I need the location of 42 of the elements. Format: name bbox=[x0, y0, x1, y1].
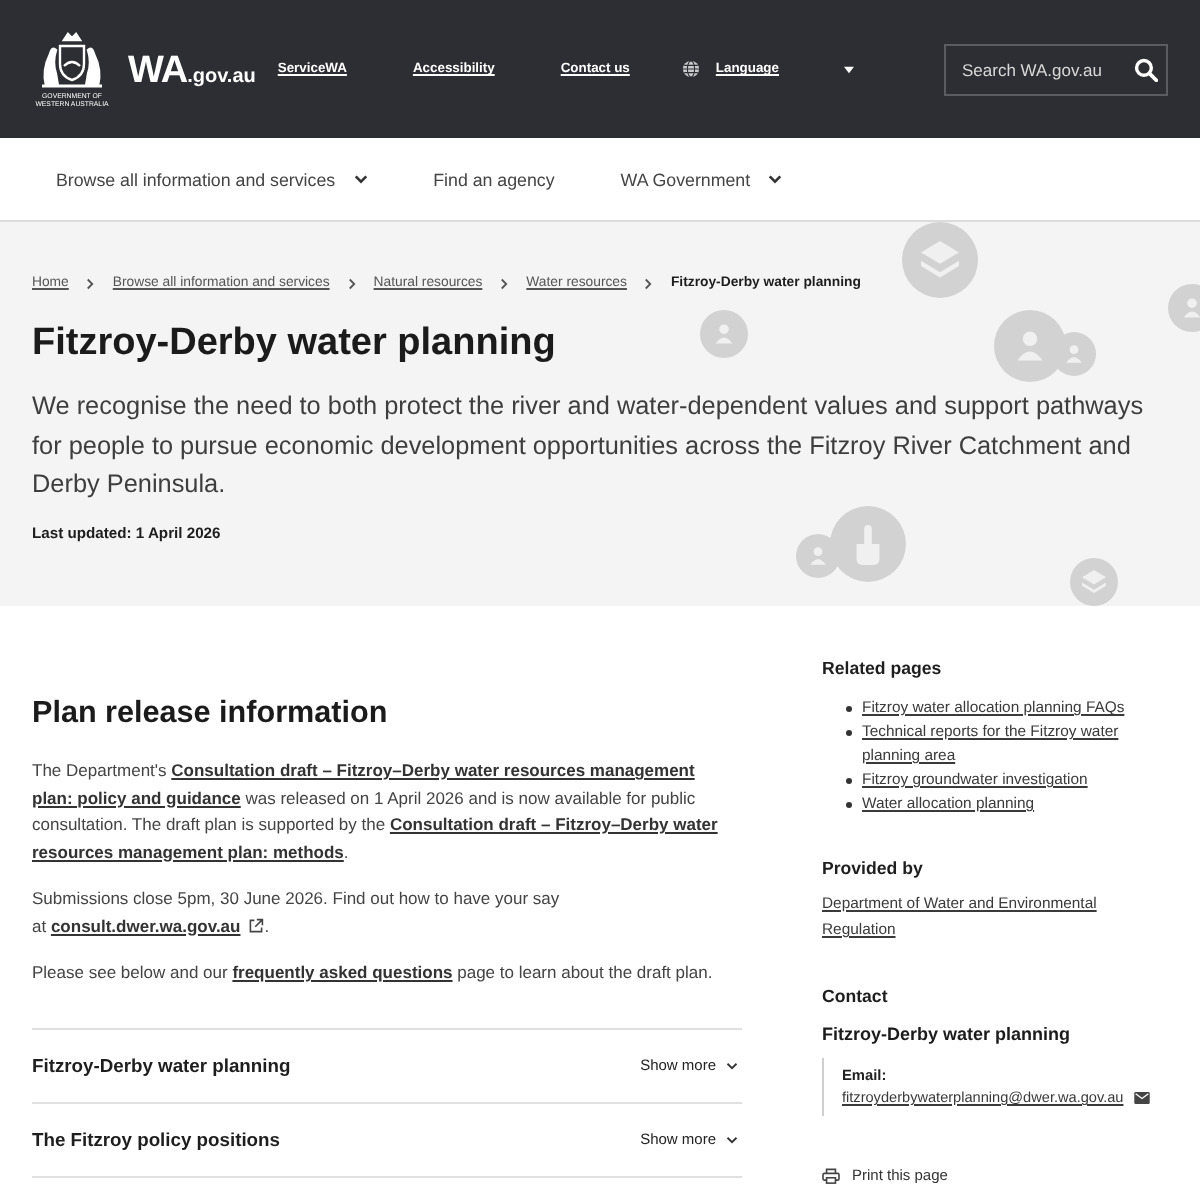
search-icon[interactable] bbox=[1134, 57, 1158, 81]
nav-menu-item[interactable]: Browse all information and services bbox=[56, 169, 368, 189]
contact-name: Fitzroy-Derby water planning bbox=[822, 1022, 1073, 1046]
sidebar-heading: Related pages bbox=[822, 656, 944, 680]
globe-icon bbox=[681, 60, 700, 78]
sidebar-heading: Contact bbox=[822, 984, 890, 1008]
person-icon bbox=[700, 310, 748, 358]
body-paragraph: Please see below and our frequently asked questions page to learn about the draft plan. bbox=[32, 960, 715, 986]
bullet-icon bbox=[846, 802, 852, 808]
chevron-right-icon bbox=[500, 277, 509, 289]
chevron-right-icon bbox=[86, 277, 95, 289]
section-heading: Plan release information bbox=[32, 694, 388, 734]
bullet-icon bbox=[846, 730, 852, 736]
nav-menu-item[interactable]: WA Government bbox=[620, 169, 783, 189]
envelope-icon bbox=[1133, 1092, 1150, 1104]
external-link-icon bbox=[248, 917, 265, 933]
wa-logo-link[interactable]: WA.gov.au bbox=[128, 50, 256, 94]
chevron-down-icon bbox=[726, 1135, 738, 1143]
person-icon bbox=[796, 534, 840, 578]
inline-link[interactable]: consult.dwer.wa.gov.au bbox=[50, 915, 241, 935]
printer-icon bbox=[822, 1167, 840, 1183]
hand-pointer-icon bbox=[830, 506, 906, 582]
search-field[interactable]: Search WA.gov.au bbox=[944, 43, 1168, 95]
inline-link[interactable]: resources management plan: methods bbox=[32, 841, 344, 861]
chevron-down-icon bbox=[726, 1061, 738, 1069]
bullet-icon bbox=[846, 778, 852, 784]
intro-paragraph: We recognise the need to both protect the river and water-dependent values and support pathways for people to pursue economic development opportunities across the Fitzroy River Catchment and Derby Peninsula. bbox=[32, 390, 1146, 502]
page-title: Fitzroy-Derby water planning bbox=[32, 320, 556, 368]
body-paragraph: The Department's Consultation draft – Fitzroy–Derby water resources management plan: policy and guidance was released on 1 April 2026 and is now available for public consultation. The draft plan is supported by the Consultation draft – Fitzroy–Derby water resources management plan: methods. bbox=[32, 758, 720, 866]
inline-link[interactable]: Consultation draft – Fitzroy–Derby water bbox=[389, 814, 718, 834]
body-paragraph: Submissions close 5pm, 30 June 2026. Find out how to have your say at consult.dwer.wa.gov.au . bbox=[32, 886, 562, 940]
accordion-title: The Fitzroy policy positions bbox=[32, 1128, 280, 1150]
inline-link[interactable]: Consultation draft – Fitzroy–Derby water resources management bbox=[171, 760, 695, 780]
inline-link[interactable]: frequently asked questions bbox=[232, 962, 453, 982]
bullet-icon bbox=[846, 706, 852, 712]
inline-link[interactable]: plan: policy and guidance bbox=[32, 787, 241, 807]
sidebar-heading: Provided by bbox=[822, 856, 925, 880]
accordion-title: Fitzroy-Derby water planning bbox=[32, 1054, 291, 1076]
chevron-right-icon bbox=[644, 277, 653, 289]
chevron-right-icon bbox=[347, 277, 356, 289]
nav-menu-item[interactable]: Find an agency bbox=[433, 169, 555, 189]
caret-icon bbox=[843, 65, 854, 73]
